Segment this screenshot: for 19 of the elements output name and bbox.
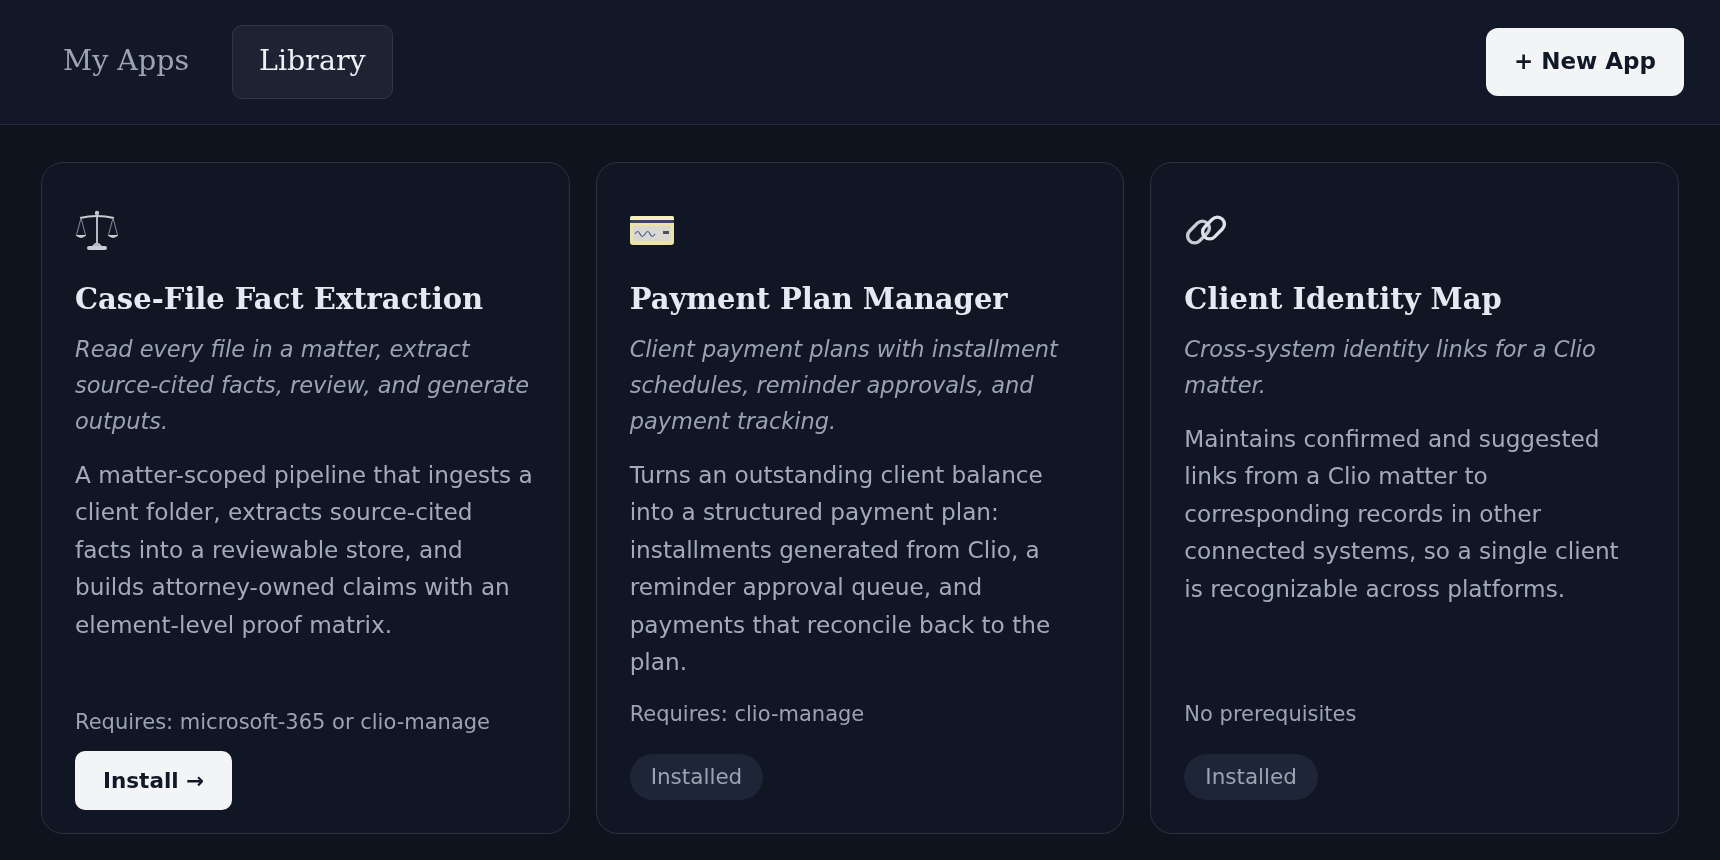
app-tagline: Read every file in a matter, extract source-cited facts, review, and generate outputs. — [75, 334, 531, 436]
app-tagline: Cross-system identity links for a Clio matter. — [1184, 334, 1597, 400]
requirements-text: No prerequisites — [1184, 700, 1357, 727]
installed-status: Installed — [1184, 753, 1318, 800]
tab[interactable]: My Apps — [36, 25, 217, 99]
requirements-text: Requires: clio-manage — [629, 700, 865, 727]
app-tagline: Client payment plans with installment schedules, reminder approvals, and payment tracking. — [629, 334, 1060, 436]
app-title: Case-File Fact Extraction — [75, 282, 485, 317]
install-button[interactable]: Install → — [75, 750, 233, 810]
app-description: A matter-scoped pipeline that ingests a client folder, extracts source-cited facts into a reviewable store, and builds attorney-owned claims with an element-level proof matrix. — [75, 459, 534, 640]
app-description: Maintains confirmed and suggested links from a Clio matter to corresponding records in other connected systems, so a single client is recognizable across platforms. — [1184, 423, 1620, 604]
new-app-button[interactable]: + New App — [1485, 28, 1684, 96]
app-description: Turns an outstanding client balance into a structured payment plan: installments generated from Clio, a reminder approval queue, and payments that reconcile back to the plan. — [629, 459, 1052, 678]
scales-icon — [75, 208, 119, 252]
installed-status: Installed — [629, 753, 764, 800]
app-title: Client Identity Map — [1184, 282, 1503, 317]
requirements-text: Requires: microsoft-365 or clio-manage — [75, 708, 490, 735]
tab[interactable]: Library — [232, 25, 393, 99]
app-title: Payment Plan Manager — [629, 282, 1009, 317]
